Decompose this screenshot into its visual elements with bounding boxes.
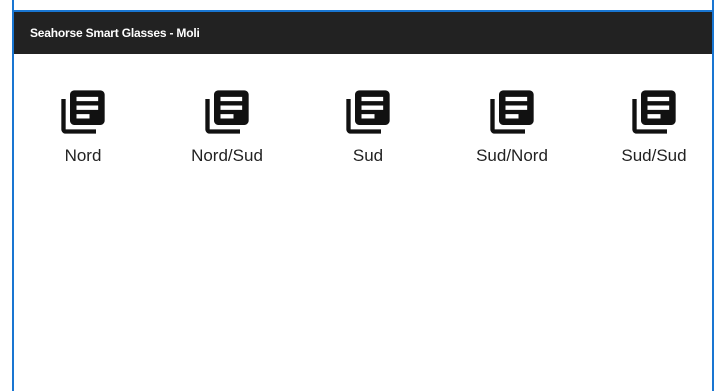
item-sud-nord[interactable]: Sud/Nord: [452, 84, 572, 166]
window-border-right: [712, 0, 714, 391]
library-books-icon: [632, 90, 676, 134]
item-sud[interactable]: Sud: [308, 84, 428, 166]
main-content: Nord Nord/Sud Sud Sud/Nord Sud/Sud: [14, 54, 712, 391]
app-window: Seahorse Smart Glasses - Moli Nord Nord/…: [0, 0, 715, 391]
item-nord[interactable]: Nord: [23, 84, 143, 166]
item-sud-sud[interactable]: Sud/Sud: [594, 84, 714, 166]
library-books-icon: [346, 90, 390, 134]
item-label: Sud/Sud: [621, 146, 687, 165]
item-label: Nord/Sud: [191, 146, 263, 165]
library-books-icon: [205, 90, 249, 134]
item-label: Sud: [352, 146, 384, 165]
item-nord-sud[interactable]: Nord/Sud: [167, 84, 287, 166]
title-bar: Seahorse Smart Glasses - Moli: [14, 12, 712, 54]
left-margin: [0, 0, 12, 391]
window-title: Seahorse Smart Glasses - Moli: [30, 26, 200, 40]
library-books-icon: [490, 90, 534, 134]
item-label: Nord: [64, 146, 102, 165]
library-books-icon: [61, 90, 105, 134]
item-label: Sud/Nord: [476, 146, 548, 165]
